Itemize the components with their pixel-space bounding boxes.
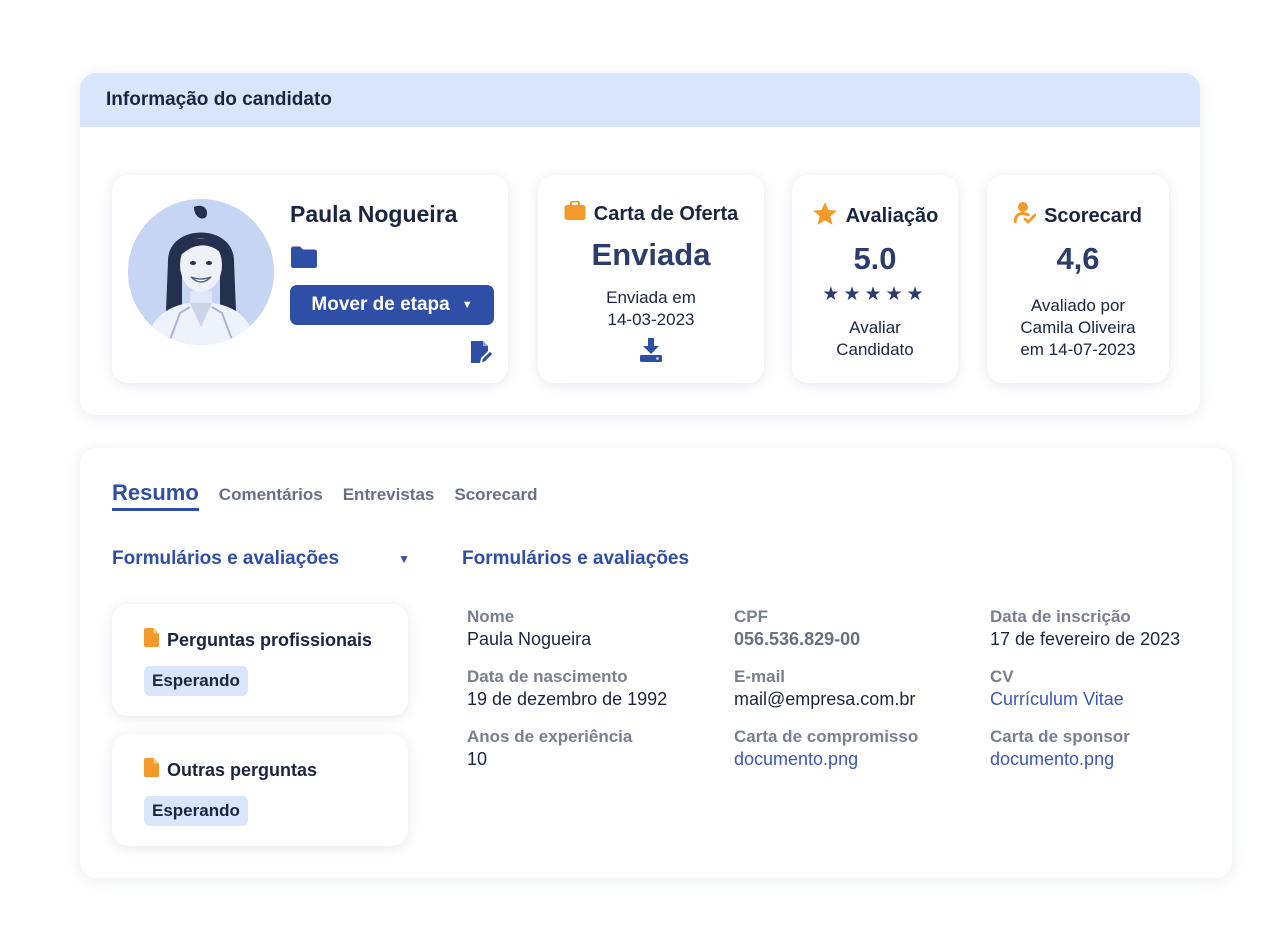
field-label: Nome (467, 607, 515, 626)
field-value: Paula Nogueira (467, 629, 592, 649)
field-label: Data de nascimento (467, 667, 628, 686)
scorecard-value: 4,6 (1056, 241, 1100, 276)
form-card-header: Outras perguntas (144, 758, 317, 782)
sponsor-letter-link[interactable]: documento.png (990, 748, 1130, 770)
edit-note-icon[interactable] (468, 339, 494, 365)
forms-dropdown[interactable]: Formulários e avaliações ▼ (112, 548, 410, 570)
rate-candidate-line1[interactable]: Avaliar (792, 317, 958, 339)
folder-icon[interactable] (290, 245, 318, 269)
field-anos-experiencia: Anos de experiência 10 (467, 726, 632, 770)
field-nome: Nome Paula Nogueira (467, 606, 591, 650)
scorecard-header: Scorecard (987, 201, 1169, 231)
field-value: 056.536.829-00 (734, 629, 861, 649)
rating-card: Avaliação 5.0 ★★★★★ Avaliar Candidato (792, 175, 958, 383)
candidate-name: Paula Nogueira (290, 201, 458, 227)
chevron-down-icon: ▼ (398, 552, 410, 566)
move-stage-button[interactable]: Mover de etapa ▼ (290, 285, 494, 325)
rating-stars: ★★★★★ (822, 284, 928, 305)
scorecard-title: Scorecard (1044, 204, 1142, 227)
field-data-inscricao: Data de inscrição 17 de fevereiro de 202… (990, 606, 1180, 650)
tab-scorecard[interactable]: Scorecard (454, 485, 537, 511)
field-cpf: CPF 056.536.829-00 (734, 606, 860, 650)
download-icon[interactable] (640, 338, 662, 362)
candidate-info-title: Informação do candidato (106, 89, 332, 110)
offer-letter-header: Carta de Oferta (538, 200, 764, 227)
form-card-header: Perguntas profissionais (144, 628, 372, 652)
candidate-info-panel: Informação do candidato Paula Nogueira M… (80, 73, 1200, 415)
scorecard-evaluator: Camila Oliveira (1020, 318, 1136, 337)
field-data-nascimento: Data de nascimento 19 de dezembro de 199… (467, 666, 667, 710)
commitment-letter-link[interactable]: documento.png (734, 748, 918, 770)
offer-letter-title: Carta de Oferta (593, 202, 739, 225)
cv-link[interactable]: Currículum Vitae (990, 688, 1124, 710)
offer-sent-label: Enviada em (606, 288, 696, 307)
candidate-info-header: Informação do candidato (80, 73, 1200, 127)
profile-card: Paula Nogueira Mover de etapa ▼ (112, 175, 508, 383)
field-carta-sponsor: Carta de sponsor documento.png (990, 726, 1130, 770)
tab-entrevistas[interactable]: Entrevistas (343, 485, 435, 511)
field-label: CV (990, 667, 1014, 686)
field-label: Carta de sponsor (990, 727, 1130, 746)
offer-status: Enviada (591, 237, 711, 272)
field-value: 19 de dezembro de 1992 (467, 689, 668, 709)
field-label: Data de inscrição (990, 607, 1131, 626)
tab-resumo[interactable]: Resumo (112, 480, 199, 511)
chevron-down-icon: ▼ (461, 299, 473, 311)
form-card[interactable]: Perguntas profissionais Esperando (112, 604, 408, 716)
rating-title: Avaliação (845, 205, 939, 227)
field-value: 10 (467, 749, 488, 769)
status-badge: Esperando (144, 796, 248, 826)
field-cv: CV Currículum Vitae (990, 666, 1124, 710)
move-stage-label: Mover de etapa (311, 294, 450, 315)
document-icon (144, 758, 159, 782)
tab-comentarios[interactable]: Comentários (219, 485, 323, 511)
field-label: Carta de compromisso (734, 727, 919, 746)
rate-candidate-line2[interactable]: Candidato (792, 339, 958, 361)
field-label: E-mail (734, 667, 786, 686)
briefcase-icon (564, 200, 586, 227)
details-section-title: Formulários e avaliações (462, 548, 690, 569)
scorecard-date: em 14-07-2023 (1020, 340, 1136, 359)
candidate-detail-panel: Resumo Comentários Entrevistas Scorecard… (80, 448, 1232, 878)
rating-value: 5.0 (853, 241, 897, 276)
field-carta-compromisso: Carta de compromisso documento.png (734, 726, 918, 770)
field-email: E-mail mail@empresa.com.br (734, 666, 915, 710)
form-card[interactable]: Outras perguntas Esperando (112, 734, 408, 846)
offer-letter-card: Carta de Oferta Enviada Enviada em 14-03… (538, 175, 764, 383)
form-title: Perguntas profissionais (167, 629, 373, 650)
scorecard-card: Scorecard 4,6 Avaliado por Camila Olivei… (987, 175, 1169, 383)
form-title: Outras perguntas (167, 759, 318, 780)
tab-bar: Resumo Comentários Entrevistas Scorecard (112, 480, 538, 511)
forms-dropdown-label: Formulários e avaliações (112, 548, 340, 569)
status-badge: Esperando (144, 666, 248, 696)
star-icon (812, 201, 838, 232)
field-value: mail@empresa.com.br (734, 689, 916, 709)
avatar (128, 199, 274, 345)
document-icon (144, 628, 159, 652)
field-label: CPF (734, 607, 768, 626)
user-check-icon (1013, 201, 1037, 231)
field-label: Anos de experiência (467, 727, 633, 746)
scorecard-line1: Avaliado por (1030, 296, 1126, 315)
field-value: 17 de fevereiro de 2023 (990, 629, 1181, 649)
rating-header: Avaliação (792, 201, 958, 232)
offer-sent-date: 14-03-2023 (607, 310, 695, 329)
